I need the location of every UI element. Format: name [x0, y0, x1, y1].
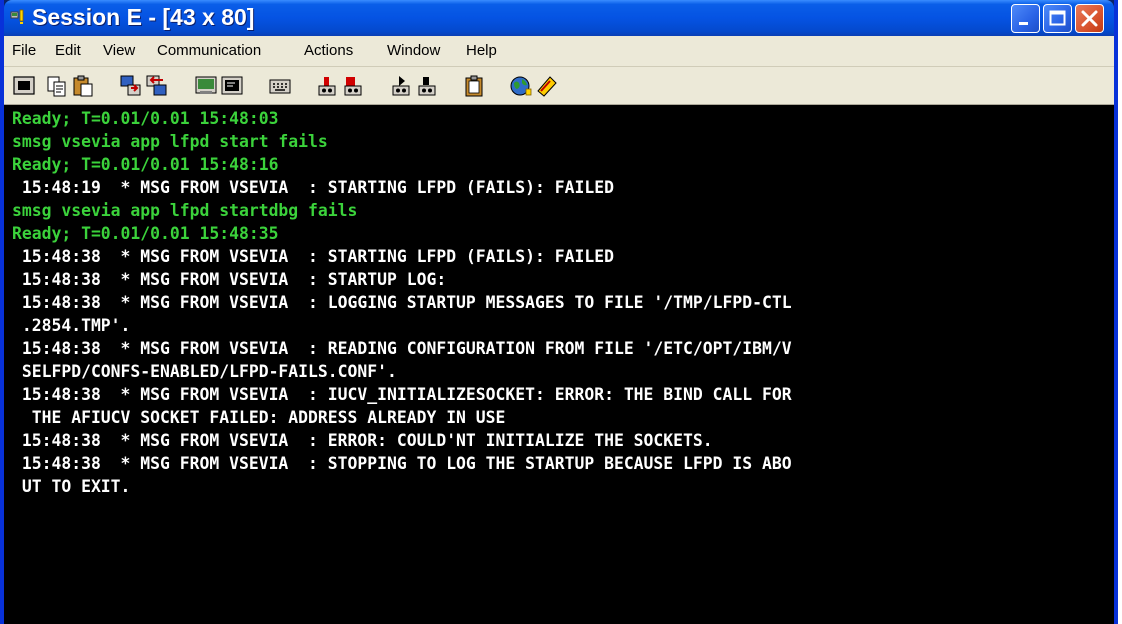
minimize-button[interactable]: [1011, 4, 1040, 33]
terminal-line: smsg vsevia app lfpd start fails: [12, 132, 328, 151]
terminal-line: Ready; T=0.01/0.01 15:48:16: [12, 155, 279, 174]
terminal-line: 15:48:38 * MSG FROM VSEVIA : STOPPING TO…: [12, 454, 792, 473]
menu-communication[interactable]: Communication: [157, 42, 261, 59]
screen-icon[interactable]: [220, 74, 244, 98]
clipboard-icon[interactable]: [462, 74, 486, 98]
close-button[interactable]: [1075, 4, 1104, 33]
display-icon[interactable]: [12, 74, 36, 98]
menu-bar: File Edit View Communication Actions Win…: [4, 36, 1114, 67]
menu-window[interactable]: Window: [387, 42, 440, 59]
minimize-icon: [1019, 22, 1028, 25]
terminal-line: THE AFIUCV SOCKET FAILED: ADDRESS ALREAD…: [12, 408, 506, 427]
play-macro-icon[interactable]: [389, 74, 413, 98]
toolbar: [4, 67, 1114, 105]
send-icon[interactable]: [119, 74, 143, 98]
terminal-line: 15:48:38 * MSG FROM VSEVIA : READING CON…: [12, 339, 792, 358]
screen-setup-icon[interactable]: [194, 74, 218, 98]
globe-icon[interactable]: [509, 74, 533, 98]
session-window: Session E - [43 x 80] File Edit View Com…: [0, 0, 1118, 624]
terminal-line: 15:48:38 * MSG FROM VSEVIA : LOGGING STA…: [12, 293, 792, 312]
menu-edit[interactable]: Edit: [55, 42, 81, 59]
session-app-icon[interactable]: [10, 9, 28, 25]
help-icon[interactable]: [535, 74, 559, 98]
maximize-icon: [1049, 10, 1066, 26]
terminal-line: 15:48:38 * MSG FROM VSEVIA : ERROR: COUL…: [12, 431, 713, 450]
keyboard-map-icon[interactable]: [268, 74, 292, 98]
terminal-line: 15:48:38 * MSG FROM VSEVIA : STARTUP LOG…: [12, 270, 447, 289]
close-icon: [1081, 10, 1098, 27]
terminal-line: Ready; T=0.01/0.01 15:48:35: [12, 224, 279, 243]
terminal-line: 15:48:19 * MSG FROM VSEVIA : STARTING LF…: [12, 178, 614, 197]
receive-icon[interactable]: [145, 74, 169, 98]
title-bar[interactable]: Session E - [43 x 80]: [4, 0, 1114, 36]
terminal-line: SELFPD/CONFS-ENABLED/LFPD-FAILS.CONF'.: [12, 362, 397, 381]
terminal-line: .2854.TMP'.: [12, 316, 131, 335]
menu-view[interactable]: View: [103, 42, 135, 59]
menu-help[interactable]: Help: [466, 42, 497, 59]
window-title: Session E - [43 x 80]: [32, 4, 255, 30]
stop-record-icon[interactable]: [341, 74, 365, 98]
paste-icon[interactable]: [71, 74, 95, 98]
terminal-line: 15:48:38 * MSG FROM VSEVIA : STARTING LF…: [12, 247, 614, 266]
terminal-line: 15:48:38 * MSG FROM VSEVIA : IUCV_INITIA…: [12, 385, 792, 404]
record-macro-icon[interactable]: [415, 74, 439, 98]
copy-icon[interactable]: [45, 74, 69, 98]
terminal-line: UT TO EXIT.: [12, 477, 131, 496]
maximize-button[interactable]: [1043, 4, 1072, 33]
terminal-line: smsg vsevia app lfpd startdbg fails: [12, 201, 358, 220]
terminal-screen[interactable]: Ready; T=0.01/0.01 15:48:03 smsg vsevia …: [4, 105, 1114, 624]
start-record-icon[interactable]: [315, 74, 339, 98]
terminal-line: Ready; T=0.01/0.01 15:48:03: [12, 109, 279, 128]
menu-file[interactable]: File: [12, 42, 36, 59]
menu-actions[interactable]: Actions: [304, 42, 353, 59]
